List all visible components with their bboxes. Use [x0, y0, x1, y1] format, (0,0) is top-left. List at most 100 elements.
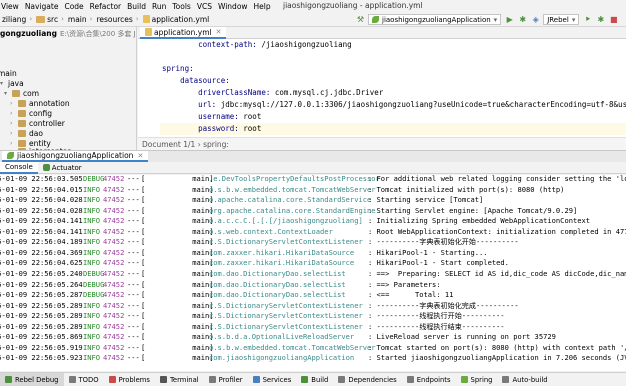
tool-dependencies[interactable]: Dependencies	[333, 373, 401, 386]
log-sep: ---	[127, 353, 140, 363]
log-logger: c.S.DictionaryServletContextListener	[209, 237, 363, 247]
menu-tools[interactable]: Tools	[169, 2, 193, 11]
tree-item-annotation[interactable]: › annotation	[10, 98, 70, 108]
log-logger: o.s.b.w.embedded.tomcat.TomcatWebServer	[209, 184, 376, 194]
tab-console[interactable]: Console	[0, 161, 38, 174]
log-lvl: INFO	[83, 332, 101, 342]
tool-label: Build	[311, 375, 329, 384]
breadcrumb-src[interactable]: src ›	[34, 15, 66, 24]
chevron-down-icon[interactable]: ▾	[0, 80, 6, 87]
tree-item-java[interactable]: ▾ java	[0, 78, 24, 88]
run-configuration-select[interactable]: jiaoshigongzuoliangApplication ▾	[368, 14, 502, 25]
log-pid: 47452	[103, 332, 125, 342]
log-lvl: INFO	[83, 353, 101, 363]
console-output[interactable]: 25-01-09 22:56:03.505 DEBUG 47452 ---[ main…	[0, 175, 626, 371]
tool-problems[interactable]: Problems	[104, 373, 155, 386]
code-editor[interactable]: context-path: /jiaoshigongzuoliang sprin…	[138, 39, 626, 137]
spring-boot-icon	[372, 16, 379, 23]
code-line: context-path: /jiaoshigongzuoliang	[162, 39, 352, 51]
log-logger: com.zaxxer.hikari.HikariDataSource	[209, 247, 355, 257]
tree-item-dao[interactable]: › dao	[10, 128, 43, 138]
breadcrumb-resources[interactable]: resources ›	[94, 15, 140, 24]
editor-tab-strip: application.yml ✕	[138, 27, 626, 39]
tool-terminal[interactable]: Terminal	[155, 373, 204, 386]
log-pid: 47452	[103, 353, 125, 363]
chevron-right-icon[interactable]: ›	[10, 120, 16, 127]
jrebel-debug-icon[interactable]: ✱	[595, 14, 606, 25]
tool-label: TODO	[78, 375, 99, 384]
yaml-key: context-path:	[198, 40, 257, 49]
log-ts: 25-01-09 22:56:04.625	[0, 258, 83, 268]
menu-build[interactable]: Build	[124, 2, 149, 11]
editor-status-breadcrumb[interactable]: Document 1/1 › spring:	[138, 137, 626, 150]
chevron-right-icon[interactable]: ›	[10, 130, 16, 137]
tool-services[interactable]: Services	[248, 373, 297, 386]
run-icon[interactable]: ▶	[504, 14, 515, 25]
tab-actuator[interactable]: Actuator	[38, 162, 87, 174]
menu-help[interactable]: Help	[251, 2, 274, 11]
breadcrumb-main[interactable]: main ›	[66, 15, 95, 24]
breadcrumb-project[interactable]: ziliang ›	[0, 15, 34, 24]
tree-item-config[interactable]: › config	[10, 108, 52, 118]
breadcrumb-file[interactable]: application.yml	[141, 15, 212, 24]
yaml-key: datasource:	[180, 76, 230, 85]
log-lvl: DEBUG	[83, 268, 105, 278]
run-tab[interactable]: jiaoshigongzuoliangApplication ✕	[2, 151, 149, 162]
project-root[interactable]: gongzuoliangE:\资源\合集\200 多套 Java 毕设项目	[0, 29, 136, 39]
menu-view[interactable]: View	[0, 2, 22, 11]
tool-profiler[interactable]: Profiler	[204, 373, 248, 386]
auto-build-icon	[502, 376, 510, 383]
menu-run[interactable]: Run	[149, 2, 169, 11]
spring-boot-icon	[7, 152, 14, 159]
chevron-down-icon[interactable]: ▾	[4, 90, 10, 97]
log-thread: [ main]	[141, 311, 214, 321]
jrebel-run-icon[interactable]: ⯈	[582, 14, 593, 25]
log-sep: ---	[127, 175, 140, 183]
coverage-icon[interactable]: ◈	[530, 14, 541, 25]
log-thread: [ main]	[141, 184, 214, 194]
chevron-right-icon[interactable]: ›	[10, 110, 16, 117]
tool-rebel-debug[interactable]: Rebel Debug	[0, 372, 64, 386]
log-msg: : Started jiaoshigongzuoliangApplication…	[368, 353, 626, 363]
menu-vcs[interactable]: VCS	[194, 2, 215, 11]
tool-build[interactable]: Build	[296, 373, 333, 386]
code-line: datasource:	[162, 75, 230, 87]
tree-item-controller[interactable]: › controller	[10, 118, 65, 128]
tool-label: Rebel Debug	[15, 375, 59, 384]
stop-icon[interactable]: ■	[608, 14, 619, 25]
debug-icon[interactable]: ✱	[517, 14, 528, 25]
menu-navigate[interactable]: Navigate	[22, 2, 62, 11]
tool-auto-build[interactable]: Auto-build	[497, 373, 552, 386]
close-icon[interactable]: ✕	[216, 28, 222, 36]
breadcrumb-label: ziliang	[2, 14, 27, 24]
hammer-icon[interactable]: ⚒	[355, 14, 366, 25]
menu-refactor[interactable]: Refactor	[87, 2, 124, 11]
log-pid: 47452	[103, 321, 125, 331]
log-sep: ---	[127, 290, 140, 300]
package-icon	[18, 119, 26, 127]
log-msg: : LiveReload server is running on port 3…	[368, 332, 556, 342]
log-sep: ---	[127, 247, 140, 257]
log-lvl: INFO	[83, 311, 101, 321]
breadcrumb-label: application.yml	[151, 14, 210, 24]
editor-tab-application-yml[interactable]: application.yml ✕	[140, 27, 227, 39]
menu-window[interactable]: Window	[215, 2, 251, 11]
jrebel-select[interactable]: JRebel ▾	[543, 14, 580, 25]
tool-endpoints[interactable]: Endpoints	[402, 373, 456, 386]
tree-item-com[interactable]: ▾ com	[4, 88, 39, 98]
code-line: spring:	[162, 63, 194, 75]
tree-item-main[interactable]: main	[0, 68, 17, 78]
chevron-right-icon[interactable]: ›	[10, 100, 16, 107]
jrebel-label: JRebel	[547, 15, 569, 24]
code-line: url: jdbc:mysql://127.0.0.1:3306/jiaoshi…	[162, 99, 626, 111]
log-pid: 47452	[103, 258, 125, 268]
yaml-key: url:	[198, 100, 217, 109]
log-sep: ---	[127, 237, 140, 247]
log-logger: o.apache.catalina.core.StandardService	[209, 195, 372, 205]
menu-code[interactable]: Code	[61, 2, 86, 11]
tool-todo[interactable]: TODO	[64, 373, 104, 386]
chevron-right-icon: ›	[29, 15, 33, 23]
tool-spring[interactable]: Spring	[456, 373, 498, 386]
close-icon[interactable]: ✕	[137, 152, 143, 160]
